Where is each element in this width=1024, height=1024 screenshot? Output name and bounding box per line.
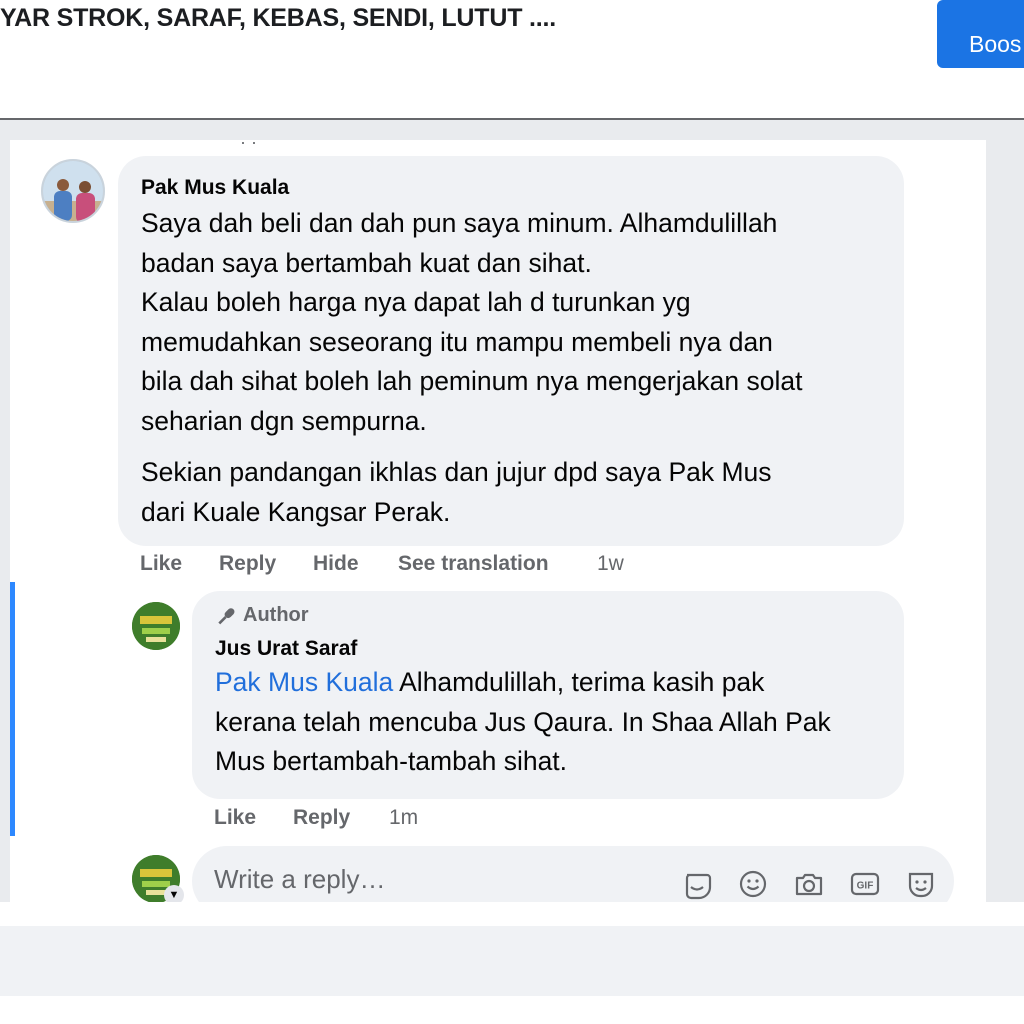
- reply-timestamp[interactable]: 1m: [389, 806, 418, 830]
- reply-composer: GIF: [192, 846, 954, 902]
- reply-actions: Like Reply 1m: [214, 806, 514, 834]
- comment-line: dari Kuale Kangsar Perak.: [141, 496, 451, 527]
- reply-author-name[interactable]: Jus Urat Saraf: [215, 637, 882, 661]
- chevron-down-icon[interactable]: ▼: [164, 885, 184, 902]
- comment-bubble: Pak Mus Kuala Saya dah beli dan dah pun …: [118, 156, 904, 546]
- like-button[interactable]: Like: [140, 552, 182, 576]
- see-translation-button[interactable]: See translation: [398, 552, 549, 576]
- reply-button[interactable]: Reply: [293, 806, 350, 830]
- bottom-strip: [0, 926, 1024, 996]
- avatar-sticker-icon[interactable]: [904, 867, 938, 901]
- emoji-icon[interactable]: [736, 867, 770, 901]
- reply-input[interactable]: [214, 864, 654, 895]
- comment-paragraph: Sekian pandangan ikhlas dan jujur dpd sa…: [141, 453, 880, 532]
- comment-paragraph: Saya dah beli dan dah pun saya minum. Al…: [141, 204, 880, 441]
- avatar[interactable]: [132, 602, 180, 650]
- reply-line: Pak Mus Kuala Alhamdulillah, terima kasi…: [215, 663, 882, 703]
- comment-actions: Like Reply Hide See translation 1w: [140, 552, 740, 580]
- comment-line: Sekian pandangan ikhlas dan jujur dpd sa…: [141, 457, 772, 487]
- previous-reply-remnant: · ·: [240, 140, 257, 152]
- comment-line: seharian dgn sempurna.: [141, 405, 427, 436]
- camera-icon[interactable]: [792, 867, 826, 901]
- like-button[interactable]: Like: [214, 806, 256, 830]
- post-header: YAR STROK, SARAF, KEBAS, SENDI, LUTUT ..…: [0, 0, 1024, 120]
- reply-line-text: Alhamdulillah, terima kasih pak: [393, 667, 765, 697]
- thread-indicator: [10, 582, 15, 836]
- reply-button[interactable]: Reply: [219, 552, 276, 576]
- reply-line: Mus bertambah-tambah sihat.: [215, 746, 568, 776]
- reply-text: Pak Mus Kuala Alhamdulillah, terima kasi…: [215, 663, 882, 782]
- comment-timestamp[interactable]: 1w: [597, 552, 624, 576]
- reply-bubble: Author Jus Urat Saraf Pak Mus Kuala Alha…: [192, 591, 904, 799]
- comment-line: memudahkan seseorang itu mampu membeli n…: [141, 326, 773, 357]
- reply-line: kerana telah mencuba Jus Qaura. In Shaa …: [215, 706, 831, 737]
- microphone-icon: [218, 607, 235, 624]
- comment-line: badan saya bertambah kuat dan sihat.: [141, 247, 592, 278]
- page-logo-icon: [132, 602, 180, 650]
- boost-post-button[interactable]: Boos: [937, 0, 1024, 68]
- comment-author-name[interactable]: Pak Mus Kuala: [141, 176, 880, 200]
- hide-button[interactable]: Hide: [313, 552, 359, 576]
- author-badge-label: Author: [243, 604, 309, 626]
- post-title: YAR STROK, SARAF, KEBAS, SENDI, LUTUT ..…: [0, 4, 557, 32]
- avatar[interactable]: [41, 159, 105, 223]
- comment-line: Saya dah beli dan dah pun saya minum. Al…: [141, 208, 778, 238]
- gif-icon[interactable]: GIF: [848, 867, 882, 901]
- comment-line: Kalau boleh harga nya dapat lah d turunk…: [141, 287, 691, 317]
- svg-text:GIF: GIF: [857, 881, 874, 892]
- author-badge: Author: [215, 604, 882, 627]
- profile-photo-icon: [43, 161, 103, 221]
- comment-line: bila dah sihat boleh lah peminum nya men…: [141, 366, 803, 396]
- sticker-icon[interactable]: [680, 867, 714, 901]
- mention-link[interactable]: Pak Mus Kuala: [215, 667, 393, 697]
- comments-panel: · · Pak Mus Kuala Saya dah beli dan dah …: [10, 140, 986, 902]
- comment-text: Saya dah beli dan dah pun saya minum. Al…: [141, 204, 880, 532]
